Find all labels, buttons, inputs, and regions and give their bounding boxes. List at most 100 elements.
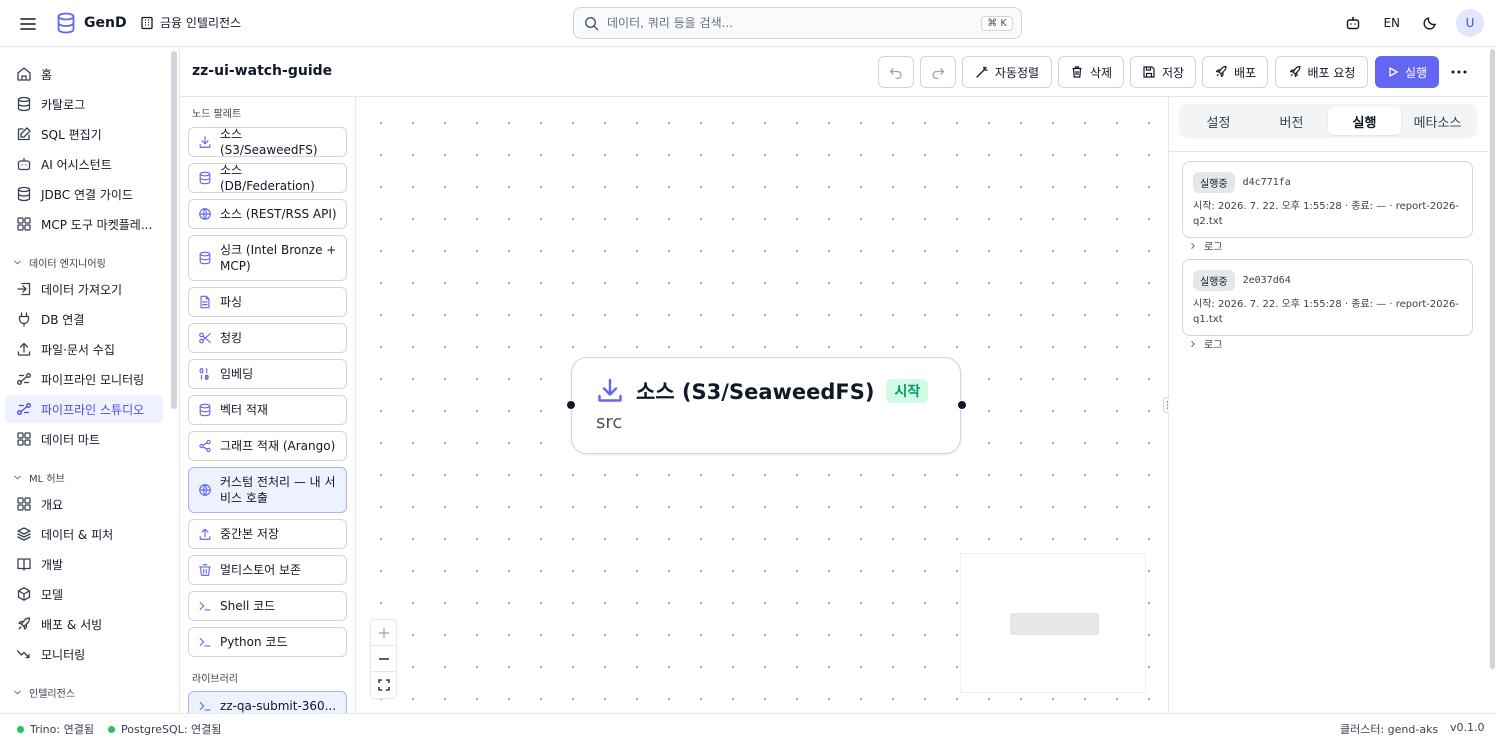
palette-item[interactable]: 임베딩 <box>188 359 347 389</box>
status-ok-dot <box>108 725 115 733</box>
palette-item[interactable]: 멀티스토어 보존 <box>188 555 347 585</box>
upload-icon <box>16 341 32 357</box>
book-icon <box>16 556 32 572</box>
deploy-request-button[interactable]: 배포 요청 <box>1275 56 1368 88</box>
sidebar-item[interactable]: 파일·문서 수집 <box>5 335 163 363</box>
palette-item-label: 싱크 (Intel Bronze + MCP) <box>220 243 337 273</box>
minimap[interactable] <box>960 553 1146 693</box>
palette-item[interactable]: 소스 (REST/RSS API) <box>188 199 347 229</box>
palette-item-label: Shell 코드 <box>220 599 276 613</box>
sidebar-item[interactable]: 개요 <box>5 490 163 518</box>
save-button[interactable]: 저장 <box>1130 56 1196 88</box>
workspace-name: 금융 인텔리전스 <box>160 16 242 30</box>
palette-item[interactable]: 벡터 적재 <box>188 395 347 425</box>
more-horizontal-icon <box>1451 70 1467 74</box>
zoom-out-button[interactable] <box>371 646 396 672</box>
globe-icon <box>198 483 212 497</box>
sidebar-item[interactable]: 개발 <box>5 550 163 578</box>
library-item[interactable]: zz-qa-submit-360... <box>188 691 347 713</box>
delete-button[interactable]: 삭제 <box>1058 56 1124 88</box>
sidebar-item[interactable]: 배포 & 서빙 <box>5 610 163 638</box>
run-button[interactable]: 실행 <box>1375 56 1439 88</box>
palette-item-label: 파싱 <box>220 295 243 309</box>
language-toggle[interactable]: EN <box>1379 16 1404 30</box>
brand[interactable]: GenD <box>56 12 127 34</box>
node-header: 소스 (S3/SeaweedFS) 시작 <box>596 376 929 406</box>
palette-item[interactable]: 중간본 저장 <box>188 519 347 549</box>
sidebar-item[interactable]: 데이터 & 피처 <box>5 520 163 548</box>
palette-section-label: 노드 팔레트 <box>192 109 242 120</box>
building-icon <box>140 16 154 30</box>
palette-item[interactable]: 싱크 (Intel Bronze + MCP) <box>188 235 347 281</box>
sidebar-item[interactable]: 모델 <box>5 580 163 608</box>
sidebar-section-header[interactable]: 데이터 엔지니어링 <box>12 255 106 270</box>
sidebar-item-label: 홈 <box>41 67 53 82</box>
robot-icon <box>16 156 32 172</box>
palette-item[interactable]: 소스 (S3/SeaweedFS) <box>188 127 347 157</box>
pipeline-node-source[interactable]: 소스 (S3/SeaweedFS) 시작 src <box>571 357 961 454</box>
undo-button[interactable] <box>878 56 914 88</box>
trend-icon <box>16 646 32 662</box>
app-name: GenD <box>84 15 127 31</box>
run-card[interactable]: 실행중 2e037d64 시작: 2026. 7. 22. 오후 1:55:28 ·… <box>1182 259 1473 336</box>
sidebar-item[interactable]: MCP 도구 마켓플레... <box>5 210 163 238</box>
more-options-button[interactable] <box>1445 56 1473 88</box>
sidebar-item[interactable]: 파이프라인 모니터링 <box>5 365 163 393</box>
node-palette: 노드 팔레트소스 (S3/SeaweedFS) 소스 (DB/Federation… <box>180 97 356 713</box>
moon-icon[interactable] <box>1416 9 1444 37</box>
palette-item[interactable]: 청킹 <box>188 323 347 353</box>
sidebar-scrollbar[interactable] <box>171 51 177 409</box>
inspector-tab[interactable]: 메타소스 <box>1401 107 1474 135</box>
download-icon <box>198 135 212 149</box>
run-status-badge: 실행중 <box>1193 270 1235 291</box>
sidebar-item[interactable]: 카탈로그 <box>5 90 163 118</box>
page-scrollbar[interactable] <box>1488 47 1496 713</box>
sidebar-item[interactable]: 모니터링 <box>5 640 163 668</box>
pipeline-canvas[interactable]: 소스 (S3/SeaweedFS) 시작 src <box>357 97 1168 713</box>
search-box: ⌘ K <box>573 7 1022 39</box>
node-output-handle[interactable] <box>957 400 967 410</box>
sidebar-section-header[interactable]: ML 허브 <box>12 470 65 485</box>
user-avatar[interactable]: U <box>1456 9 1484 37</box>
inspector-tab[interactable]: 버전 <box>1255 107 1328 135</box>
run-log-toggle[interactable]: 로그 <box>1188 238 1222 253</box>
search-input[interactable] <box>607 16 974 30</box>
sidebar-item[interactable]: 파이프라인 스튜디오 <box>5 395 163 423</box>
auto-layout-button[interactable]: 자동정렬 <box>962 56 1052 88</box>
palette-item[interactable]: 소스 (DB/Federation) <box>188 163 347 193</box>
sidebar-item-label: 개발 <box>41 557 64 572</box>
palette-item[interactable]: Python 코드 <box>188 627 347 657</box>
sidebar-item[interactable]: 홈 <box>5 60 163 88</box>
workspace-switcher[interactable]: 금융 인텔리전스 <box>140 14 241 31</box>
sidebar-item[interactable]: SQL 편집기 <box>5 120 163 148</box>
inspector-tab[interactable]: 설정 <box>1182 107 1255 135</box>
run-log-toggle[interactable]: 로그 <box>1188 336 1222 351</box>
zoom-in-button[interactable] <box>371 620 396 646</box>
menu-icon[interactable] <box>18 14 38 34</box>
sidebar-item[interactable]: DB 연결 <box>5 305 163 333</box>
grid-icon <box>16 496 32 512</box>
sidebar-section-header[interactable]: 인텔리전스 <box>12 685 75 700</box>
sidebar-item[interactable]: 데이터 마트 <box>5 425 163 453</box>
sidebar-item[interactable]: JDBC 연결 가이드 <box>5 180 163 208</box>
robot-icon[interactable] <box>1339 9 1367 37</box>
sidebar-item-label: MCP 도구 마켓플레... <box>41 217 153 232</box>
inspector-tab[interactable]: 실행 <box>1328 107 1401 135</box>
share-icon <box>198 439 212 453</box>
sidebar-item[interactable]: AI 어시스턴트 <box>5 150 163 178</box>
run-meta: 시작: 2026. 7. 22. 오후 1:55:28 · 종료: — · re… <box>1193 201 1459 227</box>
palette-item[interactable]: 파싱 <box>188 287 347 317</box>
palette-item[interactable]: 커스텀 전처리 — 내 서비스 호출 <box>188 467 347 513</box>
node-input-handle[interactable] <box>566 400 576 410</box>
plug-icon <box>16 311 32 327</box>
tabs-divider <box>1169 151 1488 152</box>
page-scrollbar-thumb[interactable] <box>1490 49 1495 669</box>
run-card[interactable]: 실행중 d4c771fa 시작: 2026. 7. 22. 오후 1:55:28 ·… <box>1182 161 1473 238</box>
sidebar-item[interactable]: 데이터 가져오기 <box>5 275 163 303</box>
deploy-button[interactable]: 배포 <box>1202 56 1268 88</box>
fit-view-button[interactable] <box>371 672 396 698</box>
redo-button[interactable] <box>920 56 956 88</box>
palette-item[interactable]: Shell 코드 <box>188 591 347 621</box>
box-icon <box>16 586 32 602</box>
palette-item[interactable]: 그래프 적재 (Arango) <box>188 431 347 461</box>
